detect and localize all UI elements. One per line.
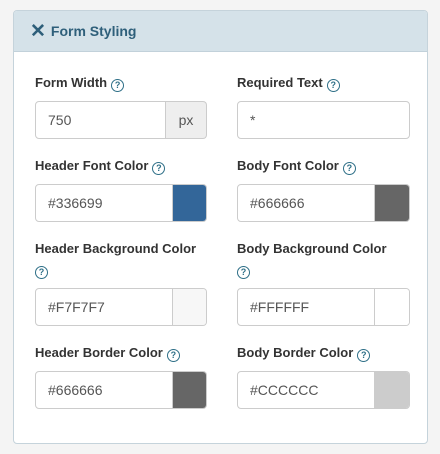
header-bg-color-input[interactable]: #F7F7F7 xyxy=(35,288,173,326)
required-text-label: Required Text? xyxy=(237,74,340,92)
form-width-input[interactable]: 750 xyxy=(35,101,166,139)
body-font-color-input[interactable]: #666666 xyxy=(237,184,375,222)
body-border-color-picker[interactable] xyxy=(375,371,410,409)
header-border-color-input[interactable]: #666666 xyxy=(35,371,173,409)
help-icon-wrap: ? xyxy=(35,261,48,279)
color-swatch[interactable] xyxy=(375,372,409,408)
body-border-color-label: Body Border Color? xyxy=(237,344,371,362)
panel-title: Form Styling xyxy=(50,23,137,39)
help-icon[interactable]: ? xyxy=(342,162,356,175)
header-border-color-label: Header Border Color? xyxy=(35,344,180,362)
help-icon[interactable]: ? xyxy=(357,349,371,362)
help-icon-wrap: ? xyxy=(237,261,250,279)
help-icon[interactable]: ? xyxy=(152,162,166,175)
help-icon[interactable]: ? xyxy=(35,266,48,279)
form-width-label: Form Width? xyxy=(35,74,125,92)
color-swatch[interactable] xyxy=(375,289,409,325)
required-text-input[interactable]: * xyxy=(237,101,410,139)
color-swatch[interactable] xyxy=(375,185,409,221)
help-icon[interactable]: ? xyxy=(111,79,125,92)
body-font-color-picker[interactable] xyxy=(375,184,410,222)
header-border-color-picker[interactable] xyxy=(173,371,207,409)
header-font-color-label: Header Font Color? xyxy=(35,157,166,175)
header-bg-color-picker[interactable] xyxy=(173,288,207,326)
help-icon[interactable]: ? xyxy=(237,266,250,279)
color-swatch[interactable] xyxy=(173,372,206,408)
header-font-color-picker[interactable] xyxy=(173,184,207,222)
body-bg-color-picker[interactable] xyxy=(375,288,410,326)
body-bg-color-label: Body Background Color xyxy=(237,241,387,256)
body-font-color-label: Body Font Color? xyxy=(237,157,356,175)
panel-header[interactable]: ✕ Form Styling xyxy=(14,11,427,52)
px-addon: px xyxy=(166,101,207,139)
color-swatch[interactable] xyxy=(173,289,206,325)
body-border-color-input[interactable]: #CCCCCC xyxy=(237,371,375,409)
help-icon[interactable]: ? xyxy=(166,349,180,362)
body-bg-color-input[interactable]: #FFFFFF xyxy=(237,288,375,326)
header-bg-color-label: Header Background Color xyxy=(35,241,197,256)
close-icon[interactable]: ✕ xyxy=(30,22,46,41)
header-font-color-input[interactable]: #336699 xyxy=(35,184,173,222)
help-icon[interactable]: ? xyxy=(326,79,340,92)
color-swatch[interactable] xyxy=(173,185,206,221)
